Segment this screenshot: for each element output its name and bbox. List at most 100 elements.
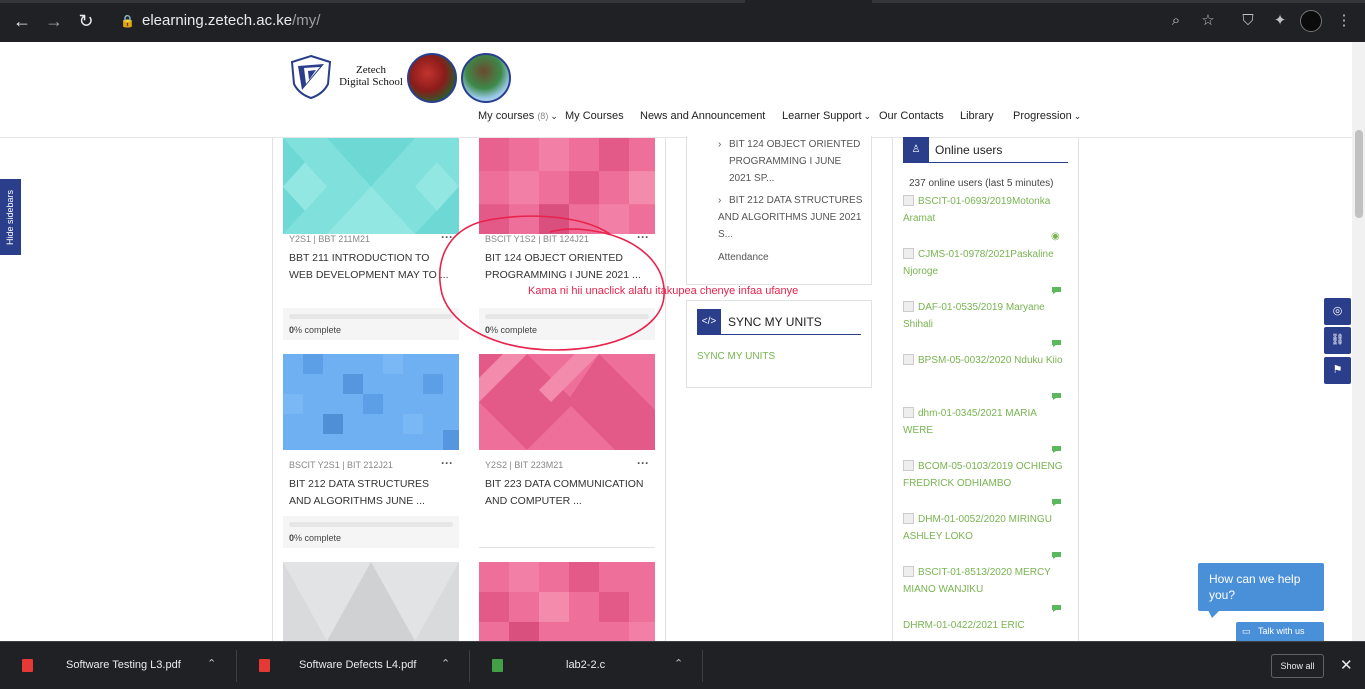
flag-icon[interactable]: ⚑ [1324,357,1351,384]
online-user[interactable]: DHM-01-0052/2020 MIRINGU ASHLEY LOKO [903,511,1067,545]
link-icon[interactable]: ⛓ [1324,327,1351,354]
url-host: elearning.zetech.ac.ke [142,12,293,29]
menu-label: Learner Support [782,110,862,122]
course-actions-icon[interactable]: ··· [637,456,649,470]
sync-units-title: SYNC MY UNITS [728,315,822,329]
user-name: DAF-01-0535/2019 Maryane Shihali [903,302,1045,330]
online-user[interactable]: DHRM-01-0422/2021 ERIC [903,617,1067,641]
online-user[interactable]: BPSM-05-0032/2020 Nduku Kiio [903,352,1067,369]
chat-icon: ▭ [1242,626,1251,636]
user-name: dhm-01-0345/2021 MARIA WERE [903,408,1037,436]
chevron-up-icon[interactable]: ⌃ [674,657,683,670]
course-card[interactable] [479,562,659,652]
nav-course-link[interactable]: BIT 124 OBJECT ORIENTED PROGRAMMING I JU… [729,136,864,187]
menu-news[interactable]: News and Announcement [640,110,765,122]
chevron-up-icon[interactable]: ⌃ [207,657,216,670]
annotation-text: Kama ni hii unaclick alafu itakupea chen… [528,285,799,297]
course-card[interactable]: BSCIT Y2S1 | BIT 212J21 ··· BIT 212 DATA… [283,354,463,548]
menu-our-contacts[interactable]: Our Contacts [879,110,944,122]
user-avatar-icon [903,513,914,524]
course-card[interactable]: Y2S2 | BIT 223M21 ··· BIT 223 DATA COMMU… [479,354,655,548]
address-bar[interactable]: 🔒 elearning.zetech.ac.ke/my/ [112,6,1328,36]
zoom-icon[interactable]: ⌕ [1165,10,1187,32]
user-avatar-icon [903,195,914,206]
menu-my-courses[interactable]: My Courses [565,110,624,122]
chevron-right-icon: › [718,139,722,150]
user-name: DHM-01-0052/2020 MIRINGU ASHLEY LOKO [903,514,1052,542]
eye-icon: ◉ [1051,231,1060,242]
message-icon[interactable] [1051,392,1062,401]
attendance-link[interactable]: Attendance [718,249,769,266]
menu-progression[interactable]: Progression ⌄ [1013,110,1081,122]
user-avatar-icon [903,248,914,259]
zetech-shield-logo[interactable] [290,54,332,100]
tab-strip-edge [0,0,745,3]
shield-extension-icon[interactable]: ⛉ [1237,10,1259,32]
online-users-count: 237 online users (last 5 minutes) [909,178,1054,189]
message-icon[interactable] [1051,339,1062,348]
menu-my-courses-dropdown[interactable]: My courses (8) ⌄ [478,110,558,122]
user-name: BCOM-05-0103/2019 OCHIENG FREDRICK ODHIA… [903,461,1063,489]
chat-help-bubble[interactable]: How can we help you? [1198,563,1324,611]
course-title[interactable]: BBT 211 INTRODUCTION TO WEB DEVELOPMENT … [289,250,453,284]
course-category: BSCIT Y2S1 | BIT 212J21 [289,460,393,470]
download-filename: lab2-2.c [566,659,606,671]
chevron-down-icon: ⌄ [863,111,872,121]
course-title[interactable]: BIT 212 DATA STRUCTURES AND ALGORITHMS J… [289,476,453,510]
menu-learner-support[interactable]: Learner Support ⌄ [782,110,871,122]
menu-library[interactable]: Library [960,110,994,122]
user-name: BSCIT-01-8513/2020 MERCY MIANO WANJIKU [903,567,1051,595]
nav-course-link[interactable]: BIT 212 DATA STRUCTURES AND ALGORITHMS J… [718,192,864,243]
forward-icon[interactable]: → [43,10,65,32]
hide-sidebars-button[interactable]: Hide sidebars [0,179,21,255]
logo-text: Zetech Digital School [336,64,406,88]
user-avatar-icon [903,407,914,418]
reload-icon[interactable]: ↻ [75,10,97,32]
online-user[interactable]: BSCIT-01-0693/2019Motonka Aramat [903,193,1067,227]
profile-avatar[interactable] [1300,10,1322,32]
message-icon[interactable] [1051,498,1062,507]
course-title[interactable]: BIT 223 DATA COMMUNICATION AND COMPUTER … [485,476,649,510]
kebab-menu-icon[interactable]: ⋮ [1333,10,1355,32]
close-icon[interactable]: ✕ [1340,656,1353,674]
chevron-down-icon: ⌄ [1073,111,1082,121]
menu-label: My courses [478,110,535,122]
online-user[interactable]: DAF-01-0535/2019 Maryane Shihali [903,299,1067,333]
message-icon[interactable] [1051,551,1062,560]
sync-units-link[interactable]: SYNC MY UNITS [697,351,775,362]
course-actions-icon[interactable]: ··· [441,456,453,470]
talk-with-us-button[interactable]: ▭ Talk with us [1236,622,1324,641]
message-icon[interactable] [1051,604,1062,613]
user-avatar-icon [903,460,914,471]
online-user[interactable]: CJMS-01-0978/2021Paskaline Njoroge [903,246,1067,280]
progress-suffix: % complete [294,325,342,335]
message-icon[interactable] [1051,286,1062,295]
url-text: elearning.zetech.ac.ke/my/ [142,6,320,36]
online-users-title: Online users [935,143,1003,157]
puzzle-icon[interactable]: ✦ [1269,10,1291,32]
online-user[interactable]: BCOM-05-0103/2019 OCHIENG FREDRICK ODHIA… [903,458,1067,492]
back-icon[interactable]: ← [11,10,33,32]
lifebuoy-icon[interactable]: ◎ [1324,298,1351,325]
menu-label: Progression [1013,110,1072,122]
show-all-button[interactable]: Show all [1271,654,1324,678]
course-card[interactable] [283,562,459,641]
download-filename: Software Defects L4.pdf [299,659,417,671]
online-user[interactable]: dhm-01-0345/2021 MARIA WERE [903,405,1067,439]
chevron-down-icon: ⌄ [550,111,558,121]
star-icon[interactable]: ☆ [1197,10,1219,32]
download-item[interactable]: lab2-2.c ⌃ [470,642,702,689]
lock-icon: 🔒 [120,14,135,28]
online-user[interactable]: BSCIT-01-8513/2020 MERCY MIANO WANJIKU [903,564,1067,598]
code-icon: </> [697,309,721,335]
user-name: BPSM-05-0032/2020 Nduku Kiio [918,355,1063,366]
download-item[interactable]: Software Defects L4.pdf ⌃ [237,642,469,689]
course-progress: 0% complete [283,516,459,548]
message-icon[interactable] [1051,445,1062,454]
scrollbar-thumb[interactable] [1355,130,1363,218]
course-image [479,354,655,450]
sync-units-header: </> SYNC MY UNITS [697,309,861,335]
download-item[interactable]: Software Testing L3.pdf ⌃ [0,642,236,689]
chevron-up-icon[interactable]: ⌃ [441,657,450,670]
download-filename: Software Testing L3.pdf [66,659,181,671]
